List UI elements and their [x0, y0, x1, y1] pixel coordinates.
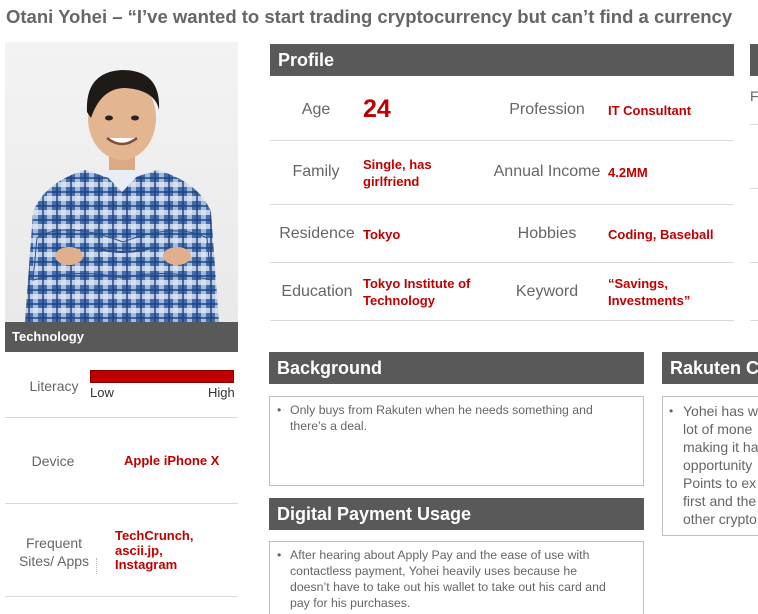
divider: [5, 417, 238, 418]
keyword-label: Keyword: [515, 283, 579, 300]
age-label: Age: [301, 101, 331, 118]
sites-value: TechCrunch, ascii.jp, Instagram: [115, 528, 194, 573]
keyword-value-line: Investments”: [608, 293, 691, 308]
family-value: Single, has girlfriend: [363, 156, 432, 190]
sites-label: Frequent Sites/ Apps: [12, 534, 96, 570]
literacy-bar-fill: [91, 371, 233, 382]
device-label: Device: [31, 453, 75, 469]
keyword-value: “Savings, Investments”: [608, 275, 690, 309]
income-value: 4.2MM: [608, 165, 648, 180]
divider: [5, 596, 238, 597]
rakuten-line: lot of mone: [683, 421, 753, 437]
technology-header: Technology: [5, 322, 238, 352]
payment-line: doesn’t have to take out his wallet to t…: [290, 580, 606, 594]
income-label: Annual Income: [493, 163, 601, 180]
rakuten-line: opportunity: [683, 457, 753, 473]
page-title: Otani Yohei – “I’ve wanted to start trad…: [6, 6, 733, 27]
literacy-label: Literacy: [29, 378, 79, 394]
divider: [270, 204, 734, 205]
sites-value-line: TechCrunch,: [115, 528, 194, 543]
hobbies-label: Hobbies: [517, 225, 577, 242]
rakuten-line: first and the: [683, 493, 757, 509]
bullet-dot-icon: •: [277, 403, 282, 417]
rakuten-box: • Yohei has w lot of mone making it ha o…: [662, 396, 758, 536]
sites-value-line: ascii.jp,: [115, 542, 163, 558]
persona-photo: [5, 42, 238, 322]
divider: [270, 262, 734, 263]
education-label: Education: [281, 283, 353, 300]
device-value: Apple iPhone X: [124, 453, 220, 468]
profession-value: IT Consultant: [608, 103, 692, 118]
family-label: Family: [292, 163, 340, 180]
profile-header: Profile: [270, 44, 734, 76]
background-box: • Only buys from Rakuten when he needs s…: [269, 396, 644, 486]
payment-header: Digital Payment Usage: [269, 498, 644, 530]
divider: [750, 188, 758, 189]
rakuten-header: Rakuten C: [662, 352, 758, 384]
age-value: 24: [363, 95, 391, 123]
person-illustration: [25, 70, 219, 322]
background-line: there’s a deal.: [290, 419, 368, 433]
profession-label: Profession: [509, 101, 585, 118]
education-value: Tokyo Institute of Technology: [363, 275, 470, 309]
rakuten-line: making it ha: [683, 439, 758, 455]
literacy-low-label: Low: [90, 385, 114, 400]
bullet-dot-icon: •: [277, 548, 282, 562]
right-column-header: [750, 44, 758, 76]
divider: [270, 320, 734, 321]
literacy-bar: [90, 370, 234, 383]
rakuten-line: other crypto: [683, 511, 757, 527]
bullet-dot-icon: •: [669, 404, 674, 418]
payment-line: pay for his purchases.: [290, 596, 411, 610]
sites-value-line: Instagram: [115, 557, 178, 572]
divider: [750, 124, 758, 125]
payment-line: After hearing about Apply Pay and the ea…: [290, 548, 590, 562]
education-value-line: Tokyo Institute of: [363, 276, 471, 291]
literacy-high-label: High: [208, 385, 235, 400]
education-value-line: Technology: [363, 293, 435, 308]
background-header: Background: [269, 352, 644, 384]
family-value-line: Single, has: [363, 157, 432, 172]
sites-label-line: Frequent: [25, 535, 83, 551]
divider: [270, 140, 734, 141]
right-column-label: F: [750, 88, 758, 104]
residence-value: Tokyo: [363, 227, 401, 242]
payment-box: • After hearing about Apply Pay and the …: [269, 541, 644, 614]
payment-line: contactless payment, Yohei heavily uses …: [290, 564, 578, 578]
rakuten-bullet: • Yohei has w lot of mone making it ha o…: [669, 402, 758, 528]
divider: [750, 262, 758, 263]
divider: [750, 320, 758, 321]
sites-label-line: Sites/ Apps: [18, 553, 90, 569]
divider: [5, 503, 238, 504]
residence-label: Residence: [279, 225, 355, 242]
hobbies-value: Coding, Baseball: [608, 227, 714, 242]
rakuten-line: Yohei has w: [683, 403, 758, 419]
background-bullet: • Only buys from Rakuten when he needs s…: [277, 402, 635, 434]
divider: [96, 558, 98, 574]
background-line: Only buys from Rakuten when he needs som…: [290, 403, 593, 417]
rakuten-line: Points to ex: [683, 475, 757, 491]
family-value-line: girlfriend: [363, 174, 420, 189]
keyword-value-line: “Savings,: [608, 276, 668, 291]
payment-bullet: • After hearing about Apply Pay and the …: [277, 547, 637, 611]
